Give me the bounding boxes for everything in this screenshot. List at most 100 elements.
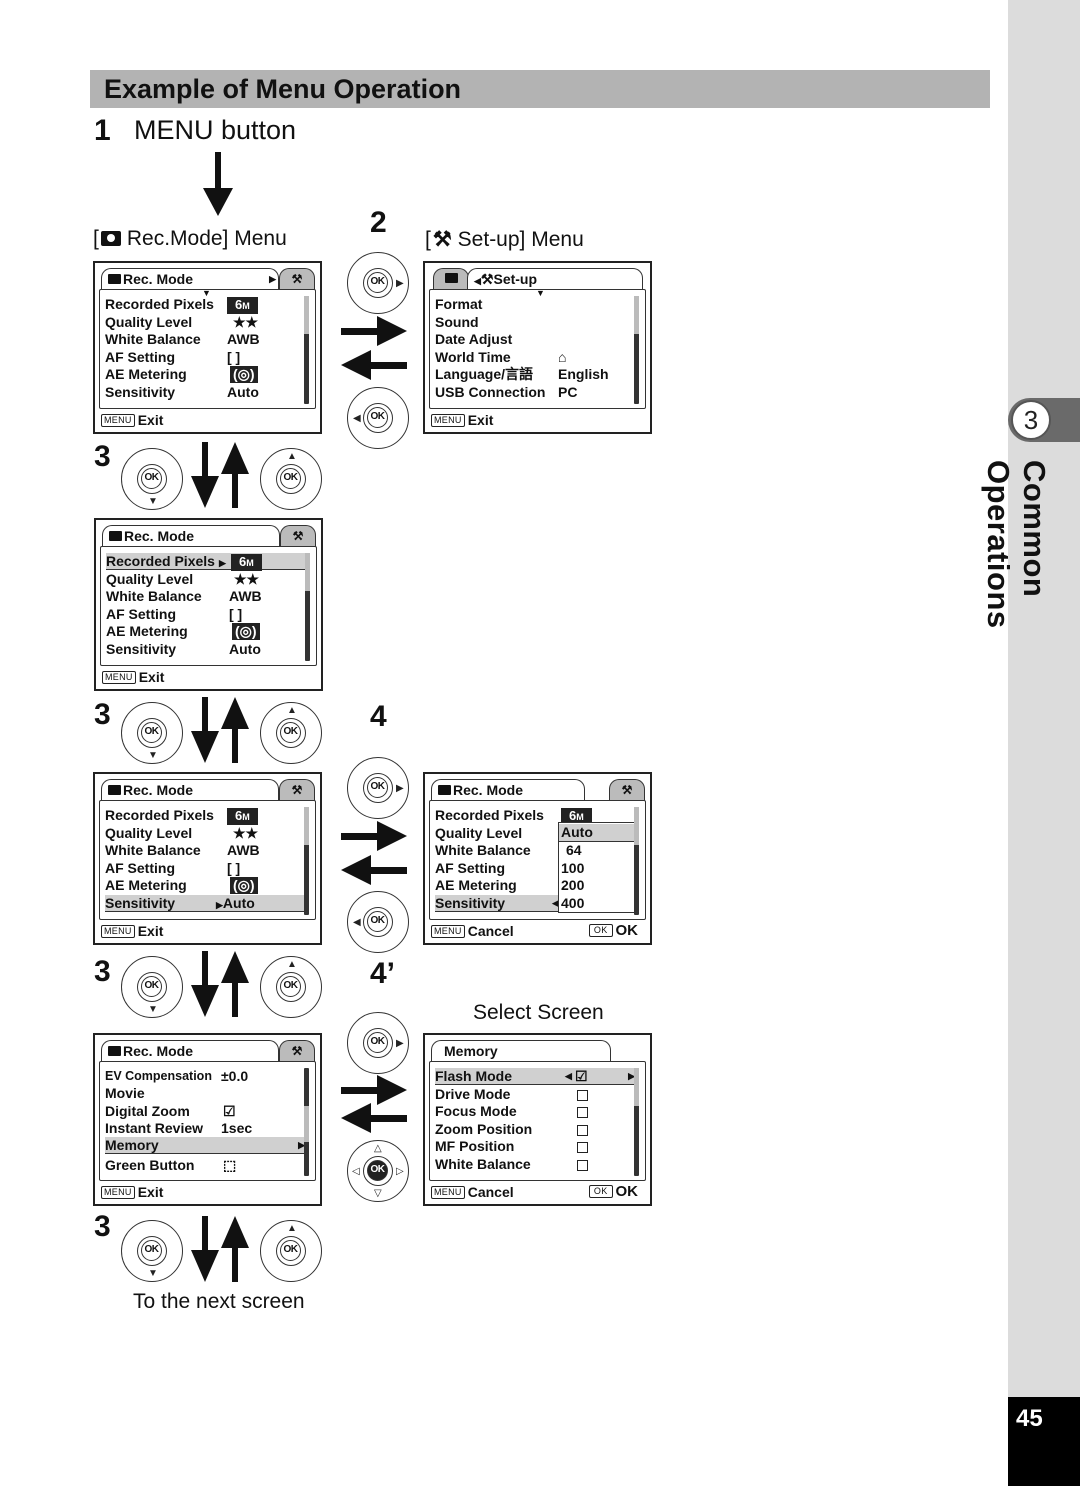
menu-row[interactable]: Instant Review — [105, 1120, 203, 1137]
menu-row-selected[interactable]: Sensitivity — [105, 895, 307, 912]
ok-dial-down[interactable]: OK ▼ — [121, 448, 183, 510]
menu-row[interactable]: AE Metering — [106, 623, 188, 640]
footer-cancel[interactable]: MENU Cancel — [431, 922, 514, 940]
rec-mode-tab[interactable]: Rec. Mode — [101, 779, 279, 801]
menu-row[interactable]: MF Position — [435, 1138, 514, 1155]
menu-row[interactable]: EV Compensation — [105, 1068, 212, 1085]
dropdown-option-selected[interactable]: Auto — [559, 824, 636, 842]
rec-mode-tab[interactable]: Rec. Mode — [101, 1040, 279, 1062]
rec-mode-tab[interactable]: Rec. Mode — [102, 525, 280, 547]
footer-exit[interactable]: MENU Exit — [101, 411, 163, 429]
rec-mode-tab[interactable] — [433, 268, 469, 290]
footer-exit[interactable]: MENU Exit — [431, 411, 493, 429]
menu-row[interactable]: Recorded Pixels — [105, 296, 214, 313]
digital-zoom-checkbox[interactable]: ☑ — [223, 1103, 236, 1120]
setup-tab[interactable]: ⚒ — [609, 779, 645, 801]
scrollbar[interactable] — [305, 553, 310, 661]
menu-row[interactable]: Language/言語 — [435, 366, 533, 383]
menu-row[interactable]: White Balance — [435, 1156, 531, 1173]
memory-tab[interactable]: Memory — [431, 1040, 611, 1062]
dropdown-option[interactable]: 200 — [561, 877, 584, 894]
ok-dial-left[interactable]: OK ◀ — [347, 891, 409, 953]
menu-row[interactable]: AE Metering — [435, 877, 517, 894]
menu-row[interactable]: Quality Level — [105, 825, 192, 842]
scrollbar[interactable] — [304, 296, 309, 404]
menu-row[interactable]: Sensitivity — [105, 384, 175, 401]
checkbox-unchecked[interactable] — [577, 1107, 588, 1118]
checkbox-checked[interactable]: ☑ — [575, 1068, 588, 1085]
ok-dial-up[interactable]: OK ▲ — [260, 448, 322, 510]
menu-row[interactable]: Quality Level — [435, 825, 522, 842]
setup-tab[interactable]: ◀⚒Set-up — [467, 268, 643, 290]
ok-dial-right[interactable]: OK ▶ — [347, 757, 409, 819]
checkbox-unchecked[interactable] — [577, 1142, 588, 1153]
ok-dial-four-way[interactable]: OK △ ▽ ◁ ▷ — [347, 1140, 409, 1202]
setup-tab[interactable]: ⚒ — [279, 1040, 315, 1062]
menu-row[interactable]: AE Metering — [105, 366, 187, 383]
ok-dial-up[interactable]: OK ▲ — [260, 702, 322, 764]
ok-dial-up[interactable]: OK ▲ — [260, 956, 322, 1018]
footer-exit[interactable]: MENU Exit — [101, 922, 163, 940]
checkbox-unchecked[interactable] — [577, 1125, 588, 1136]
menu-row[interactable]: Quality Level — [106, 571, 193, 588]
menu-row[interactable]: Quality Level — [105, 314, 192, 331]
ok-dial-down[interactable]: OK ▼ — [121, 1220, 183, 1282]
menu-row-selected[interactable]: Recorded Pixels ▶ — [106, 553, 308, 570]
footer-ok[interactable]: OK OK — [588, 1183, 638, 1201]
menu-row[interactable]: White Balance — [106, 588, 202, 605]
footer-ok[interactable]: OK OK — [588, 922, 638, 940]
dropdown-option[interactable]: 64 — [561, 842, 582, 859]
menu-row[interactable]: Sound — [435, 314, 479, 331]
checkbox-unchecked[interactable] — [577, 1090, 588, 1101]
footer-exit[interactable]: MENU Exit — [101, 1183, 163, 1201]
footer-exit[interactable]: MENU Exit — [102, 668, 164, 686]
menu-row[interactable]: Format — [435, 296, 482, 313]
menu-row[interactable]: Digital Zoom — [105, 1103, 190, 1120]
rec-mode-screen-2: Rec. Mode ⚒ Recorded Pixels ▶ Quality Lev… — [94, 518, 323, 691]
menu-row[interactable]: Date Adjust — [435, 331, 512, 348]
sensitivity-dropdown[interactable]: Auto 64 100 200 400 — [558, 822, 638, 913]
ok-dial-down[interactable]: OK ▼ — [121, 956, 183, 1018]
ok-dial-up[interactable]: OK ▲ — [260, 1220, 322, 1282]
setup-tab[interactable]: ⚒ — [280, 525, 316, 547]
menu-row[interactable]: Drive Mode — [435, 1086, 510, 1103]
menu-row[interactable]: Recorded Pixels — [105, 807, 214, 824]
menu-row[interactable]: World Time — [435, 349, 511, 366]
menu-list: Recorded Pixels Quality Level White Bala… — [429, 800, 646, 920]
menu-row[interactable]: AF Setting — [105, 349, 175, 366]
checkbox-unchecked[interactable] — [577, 1160, 588, 1171]
footer-cancel[interactable]: MENU Cancel — [431, 1183, 514, 1201]
scrollbar[interactable] — [304, 1068, 309, 1176]
menu-row[interactable]: USB Connection — [435, 384, 545, 401]
scrollbar[interactable] — [634, 296, 639, 404]
menu-row-selected[interactable]: Flash Mode ◀ ☑ ▶ — [435, 1068, 637, 1085]
dropdown-option[interactable]: 100 — [561, 860, 584, 877]
menu-row-selected[interactable]: Memory ▶ — [105, 1137, 307, 1154]
menu-row[interactable]: White Balance — [105, 331, 201, 348]
ok-dial-right[interactable]: OK ▶ — [347, 1012, 409, 1074]
setup-tab[interactable]: ⚒ — [279, 779, 315, 801]
menu-row-selected[interactable]: Sensitivity ◀ — [435, 895, 559, 912]
setup-tab[interactable]: ⚒ — [279, 268, 315, 290]
scrollbar[interactable] — [634, 807, 639, 915]
scrollbar[interactable] — [304, 807, 309, 915]
ok-dial-left[interactable]: OK ◀ — [347, 387, 409, 449]
menu-row[interactable]: Focus Mode — [435, 1103, 517, 1120]
dropdown-option[interactable]: 400 — [561, 895, 584, 912]
menu-row[interactable]: Recorded Pixels — [435, 807, 544, 824]
rec-mode-tab[interactable]: Rec. Mode ▶ — [101, 268, 279, 290]
ok-dial-right[interactable]: OK ▶ — [347, 252, 409, 314]
menu-row[interactable]: Sensitivity — [106, 641, 176, 658]
menu-row[interactable]: AF Setting — [106, 606, 176, 623]
scrollbar[interactable] — [634, 1068, 639, 1176]
menu-row[interactable]: AF Setting — [105, 860, 175, 877]
menu-row[interactable]: White Balance — [435, 842, 531, 859]
rec-mode-tab[interactable]: Rec. Mode — [431, 779, 585, 801]
menu-row[interactable]: Movie — [105, 1085, 145, 1102]
menu-row[interactable]: Green Button — [105, 1157, 194, 1174]
menu-row[interactable]: AF Setting — [435, 860, 505, 877]
menu-row[interactable]: AE Metering — [105, 877, 187, 894]
menu-row[interactable]: Zoom Position — [435, 1121, 532, 1138]
menu-row[interactable]: White Balance — [105, 842, 201, 859]
ok-dial-down[interactable]: OK ▼ — [121, 702, 183, 764]
